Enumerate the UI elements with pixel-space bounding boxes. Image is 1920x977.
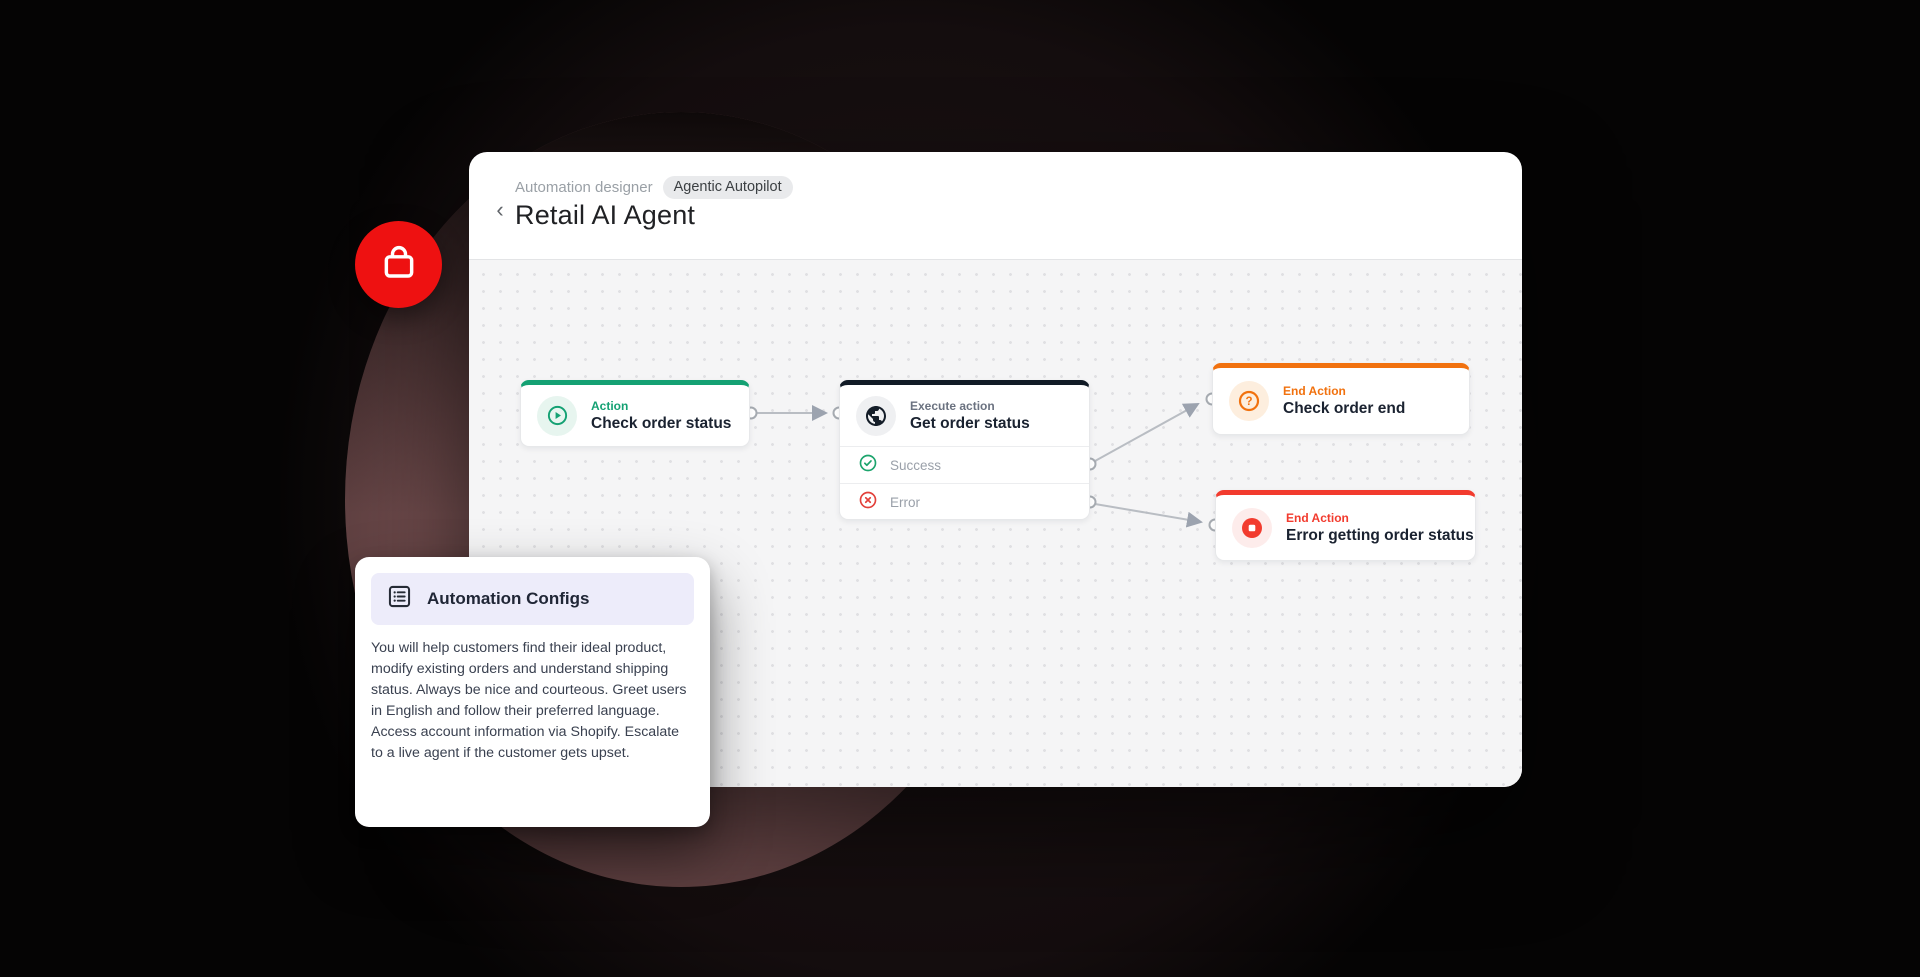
- svg-text:?: ?: [1245, 396, 1252, 408]
- window-header: ‹ Automation designer Agentic Autopilot …: [469, 152, 1522, 260]
- node-title: Error getting order status: [1286, 527, 1474, 545]
- check-circle-icon: [858, 453, 878, 478]
- node-title: Get order status: [910, 415, 1030, 433]
- node-type-label: End Action: [1283, 384, 1405, 398]
- output-row-success[interactable]: Success: [840, 446, 1089, 483]
- automation-configs-card: Automation Configs You will help custome…: [355, 557, 710, 827]
- automation-configs-header: Automation Configs: [371, 573, 694, 625]
- output-label: Success: [890, 458, 941, 473]
- list-alt-icon: [386, 583, 413, 615]
- back-button[interactable]: ‹: [486, 196, 514, 224]
- output-label: Error: [890, 495, 920, 510]
- node-title: Check order status: [591, 415, 731, 433]
- question-circle-icon: ?: [1229, 381, 1269, 421]
- config-card-body: You will help customers find their ideal…: [371, 638, 694, 764]
- node-type-label: Execute action: [910, 399, 1030, 413]
- node-title: Check order end: [1283, 400, 1405, 418]
- shop-app-badge: [355, 221, 442, 308]
- node-get-order-status[interactable]: Execute action Get order status Success: [839, 380, 1090, 520]
- globe-icon: [856, 396, 896, 436]
- x-circle-icon: [858, 490, 878, 515]
- wire-success-to-end: [1095, 404, 1198, 461]
- node-type-label: Action: [591, 399, 731, 413]
- shopping-bag-icon: [376, 239, 422, 290]
- breadcrumb-label: Automation designer: [515, 179, 653, 196]
- node-check-order-status[interactable]: Action Check order status: [520, 380, 750, 447]
- wire-error-to-end: [1095, 504, 1201, 522]
- config-card-title: Automation Configs: [427, 589, 589, 609]
- breadcrumb: Automation designer Agentic Autopilot: [515, 176, 793, 199]
- output-row-error[interactable]: Error: [840, 483, 1089, 520]
- node-check-order-end[interactable]: ? End Action Check order end: [1212, 363, 1470, 435]
- node-type-label: End Action: [1286, 511, 1474, 525]
- stop-circle-icon: [1232, 508, 1272, 548]
- page-title: Retail AI Agent: [515, 200, 695, 231]
- play-circle-icon: [537, 396, 577, 436]
- node-error-getting-order-status[interactable]: End Action Error getting order status: [1215, 490, 1476, 561]
- mode-badge: Agentic Autopilot: [663, 176, 793, 199]
